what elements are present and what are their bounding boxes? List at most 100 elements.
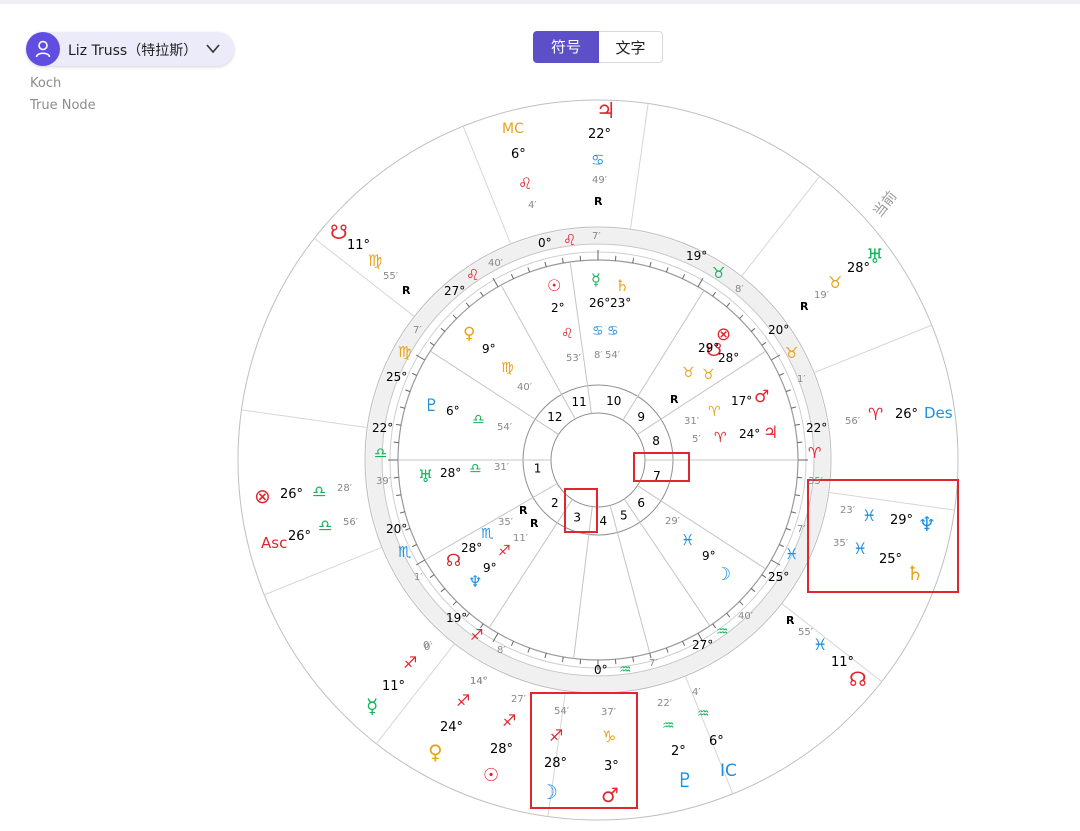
transit-jupiter-retro: R — [594, 195, 603, 208]
cusp-label: 25° — [386, 370, 407, 384]
transit-southnode-min: 55′ — [383, 271, 399, 282]
natal-mercury-sign: ♋ — [592, 324, 604, 339]
degree-tick — [791, 511, 797, 514]
degree-tick — [440, 588, 446, 593]
house-cusp-line — [429, 350, 559, 435]
degree-tick — [399, 406, 405, 409]
degree-tick — [544, 261, 547, 267]
outer-sign-divider — [629, 103, 649, 230]
cusp-sign: ♎ — [374, 444, 387, 462]
house-number: 11 — [572, 395, 587, 409]
natal-sun-min: 53′ — [566, 353, 582, 364]
house-cusp-line — [622, 290, 705, 421]
degree-tick — [632, 258, 635, 264]
transit-northnode-sign: ♓ — [813, 635, 827, 654]
transit-neptune-sign: ♓ — [862, 506, 876, 525]
cusp-min: 1′ — [414, 572, 423, 583]
degree-tick — [761, 342, 767, 346]
natal-pluto-deg: 6° — [446, 404, 460, 418]
cusp-min: 1′ — [797, 374, 806, 385]
degree-tick — [785, 527, 791, 531]
cusp-label: 20° — [768, 323, 789, 337]
house-cusp-line — [637, 350, 767, 435]
natal-pluto-min: 54′ — [497, 422, 513, 433]
highlight-box-pisces-planets — [807, 479, 959, 593]
degree-tick — [739, 314, 744, 319]
natal-venus-sign: ♍ — [501, 360, 514, 376]
cusp-min: 7′ — [592, 231, 601, 242]
transit-moon-glyph: ☽ — [540, 780, 558, 804]
cusp-sign: ♒ — [619, 662, 632, 678]
degree-tick — [682, 273, 686, 279]
natal-jupiter-deg: 24° — [739, 427, 760, 441]
transit-saturn-sign: ♓ — [853, 539, 867, 558]
natal-uranus-deg: 28° — [440, 466, 461, 480]
cusp-label: 19° — [686, 249, 707, 263]
transit-pluto-glyph: ♇ — [676, 768, 694, 792]
degree-tick — [527, 647, 531, 653]
retro-mark: R — [519, 504, 528, 517]
degree-tick — [739, 601, 744, 606]
retro-mark: R — [530, 517, 539, 530]
natal-saturn-sign: ♋ — [607, 324, 619, 339]
cusp-min: 40′ — [488, 258, 504, 269]
natal-neptune-min: 11′ — [513, 533, 529, 544]
degree-tick — [794, 494, 800, 497]
cusp-label: 27° — [444, 284, 465, 298]
transit-pluto-deg: 2° — [671, 744, 686, 759]
transit-neptune-min: 23′ — [840, 505, 856, 516]
outer-ring-label: 当前 — [870, 188, 901, 221]
cusp-min: 39′ — [376, 476, 392, 487]
transit-venus-deg: 24° — [440, 720, 463, 735]
cusp-sign: ♉ — [712, 264, 725, 282]
natal-neptune-glyph: ♆ — [468, 572, 482, 591]
cusp-label: 27° — [692, 638, 713, 652]
natal-pluto-glyph: ♇ — [424, 396, 439, 416]
natal-southnode-min: 5′ — [692, 434, 701, 445]
outer-sign-divider — [741, 176, 821, 277]
house-cusp-line — [573, 506, 593, 659]
degree-tick — [561, 656, 564, 662]
natal-mercury-glyph: ☿ — [591, 270, 601, 289]
natal-mars-glyph: ♂ — [754, 387, 769, 407]
degree-tick — [726, 302, 731, 308]
transit-sun-glyph: ☉ — [483, 765, 499, 786]
transit-fortune-min: 28′ — [337, 483, 353, 494]
transit-mercury-deg: 11° — [382, 679, 405, 694]
degree-tick — [465, 302, 470, 308]
natal-mars-min: 31′ — [684, 416, 700, 427]
transit-mars-deg: 3° — [604, 759, 619, 774]
natal-southnode-deg: 28° — [718, 351, 739, 365]
degree-tick — [649, 261, 652, 267]
house-number: 6 — [637, 496, 645, 510]
transit-mc-min: 4′ — [528, 200, 537, 211]
natal-uranus-sign: ♎ — [469, 461, 482, 477]
house-number: 2 — [551, 496, 559, 510]
degree-tick — [440, 327, 446, 332]
transit-neptune-glyph: ♆ — [918, 512, 936, 536]
transit-ic-sign: ♒ — [697, 706, 710, 722]
transit-des-sign: ♈ — [868, 405, 883, 425]
natal-northnode-deg: 28° — [461, 541, 482, 555]
transit-mc-sign: ♌ — [518, 174, 532, 193]
transit-uranus-deg: 28° — [847, 261, 870, 276]
transit-des-glyph: Des — [924, 404, 953, 422]
natal-venus-glyph: ♀ — [463, 324, 475, 344]
natal-mercury-min: 8′ — [594, 350, 603, 361]
transit-fortune-sign: ♎ — [312, 482, 326, 501]
degree-tick — [544, 653, 547, 659]
house-number: 5 — [620, 508, 628, 522]
transit-pluto-sign: ♒ — [662, 718, 675, 734]
natal-sun-glyph: ☉ — [547, 276, 561, 295]
house-number: 4 — [599, 514, 607, 528]
transit-sun-min: 27′ — [511, 694, 527, 705]
degree-tick — [429, 342, 435, 346]
transit-northnode-min: 55′ — [798, 627, 814, 638]
degree-tick — [665, 267, 669, 273]
transit-northnode-retro: R — [786, 614, 795, 627]
transit-asc-deg: 26° — [288, 529, 311, 544]
natal-saturn-deg: 23° — [610, 296, 631, 310]
transit-ic-min: 4′ — [692, 687, 701, 698]
natal-neptune-deg: 9° — [483, 561, 497, 575]
degree-tick — [510, 273, 514, 279]
